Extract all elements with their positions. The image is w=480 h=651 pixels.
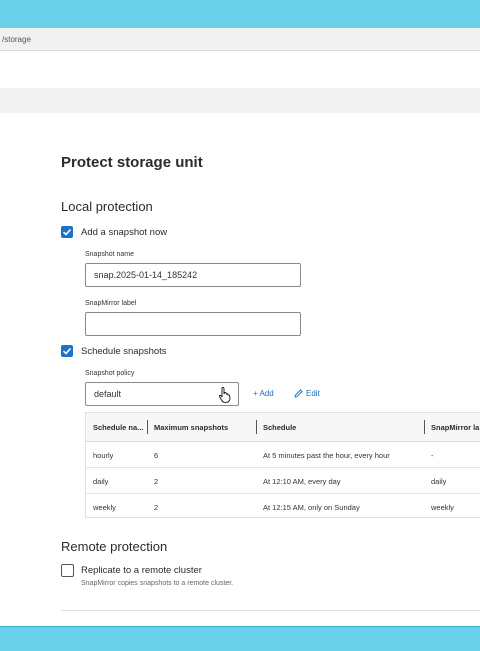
cell-schedule: At 12:10 AM, every day <box>263 477 341 486</box>
cell-snapmirror-label: - <box>431 451 434 460</box>
replicate-label: Replicate to a remote cluster <box>81 565 202 576</box>
column-divider[interactable] <box>424 420 425 434</box>
snapmirror-label-label: SnapMirror label <box>85 300 137 307</box>
add-snapshot-label: Add a snapshot now <box>81 227 168 238</box>
add-policy-link[interactable]: + Add <box>253 389 274 398</box>
table-header-row: Schedule na... Maximum snapshots Schedul… <box>86 413 480 442</box>
address-path: /storage <box>2 35 31 44</box>
cell-schedule-name: weekly <box>93 503 116 512</box>
column-header-schedule-name[interactable]: Schedule na... <box>93 423 145 432</box>
cell-schedule-name: hourly <box>93 451 114 460</box>
edit-policy-link[interactable]: Edit <box>306 389 320 398</box>
snapshot-policy-value: default <box>94 389 122 399</box>
page-title: Protect storage unit <box>61 154 203 171</box>
snapshot-name-input[interactable]: snap.2025-01-14_185242 <box>85 263 301 287</box>
replicate-checkbox[interactable] <box>61 564 74 577</box>
local-protection-heading: Local protection <box>61 199 153 214</box>
schedule-snapshots-label: Schedule snapshots <box>81 346 167 357</box>
snapshot-name-label: Snapshot name <box>85 251 135 258</box>
toolbar-strip <box>0 88 480 113</box>
address-bar[interactable]: /storage <box>0 28 480 51</box>
cell-schedule: At 12:15 AM, only on Sunday <box>263 503 360 512</box>
add-snapshot-checkbox[interactable] <box>61 226 73 238</box>
column-divider[interactable] <box>147 420 148 434</box>
cell-max-snapshots: 2 <box>154 503 159 512</box>
cell-schedule: At 5 minutes past the hour, every hour <box>263 451 390 460</box>
checkmark-icon <box>62 347 72 355</box>
window-top-bar <box>0 0 480 28</box>
replicate-description: SnapMirror copies snapshots to a remote … <box>81 580 234 587</box>
cell-max-snapshots: 6 <box>154 451 159 460</box>
section-divider <box>61 610 480 611</box>
snapshot-policy-select[interactable]: default <box>85 382 239 406</box>
table-row[interactable]: hourly 6 At 5 minutes past the hour, eve… <box>86 441 480 468</box>
remote-protection-heading: Remote protection <box>61 539 168 554</box>
schedule-snapshots-checkbox[interactable] <box>61 345 73 357</box>
cell-schedule-name: daily <box>93 477 109 486</box>
column-header-schedule[interactable]: Schedule <box>263 423 413 432</box>
column-header-snapmirror-label[interactable]: SnapMirror la <box>431 423 480 432</box>
table-row[interactable]: weekly 2 At 12:15 AM, only on Sunday wee… <box>86 493 480 519</box>
snapmirror-label-input[interactable] <box>85 312 301 336</box>
window-bottom-bar <box>0 626 480 651</box>
cell-snapmirror-label: weekly <box>431 503 454 512</box>
hand-cursor-icon <box>218 387 231 403</box>
snapshot-name-value: snap.2025-01-14_185242 <box>94 270 198 280</box>
snapshot-policy-label: Snapshot policy <box>85 370 135 377</box>
column-divider[interactable] <box>256 420 257 434</box>
cell-max-snapshots: 2 <box>154 477 159 486</box>
checkmark-icon <box>62 228 72 236</box>
column-header-max-snapshots[interactable]: Maximum snapshots <box>154 423 254 432</box>
pencil-icon[interactable] <box>294 389 303 398</box>
table-row[interactable]: daily 2 At 12:10 AM, every day daily <box>86 467 480 494</box>
schedule-table: Schedule na... Maximum snapshots Schedul… <box>85 412 480 518</box>
cell-snapmirror-label: daily <box>431 477 447 486</box>
